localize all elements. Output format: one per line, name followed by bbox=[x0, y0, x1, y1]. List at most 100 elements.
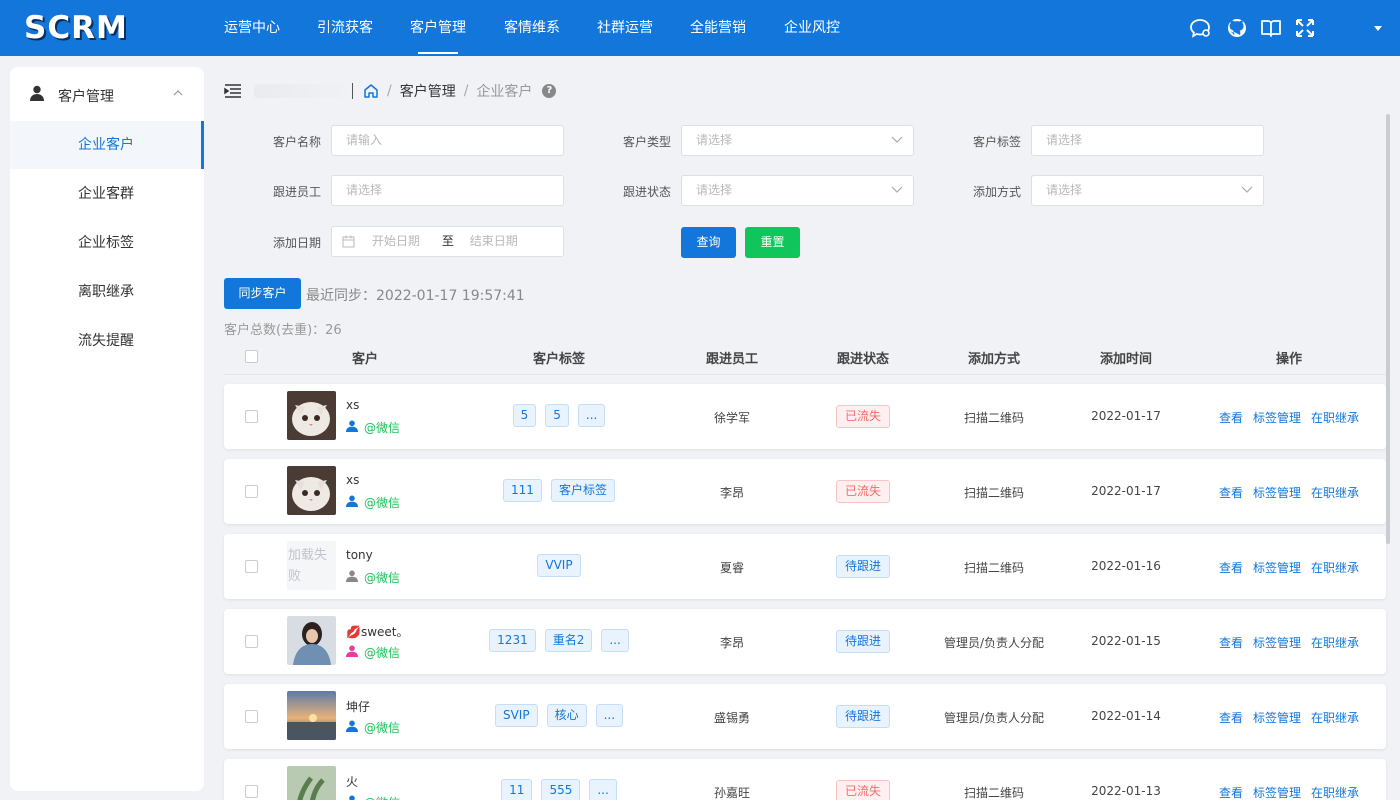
tag-manage-link[interactable]: 标签管理 bbox=[1253, 636, 1301, 650]
fullscreen-icon[interactable] bbox=[1294, 17, 1316, 39]
add-date: 2022-01-17 bbox=[1091, 409, 1161, 423]
sidebar-item-churn-alert[interactable]: 流失提醒 bbox=[10, 317, 204, 365]
customer-tag: 5 bbox=[512, 404, 537, 427]
wechat-source: @微信 bbox=[346, 419, 400, 436]
inherit-link[interactable]: 在职继承 bbox=[1311, 561, 1359, 575]
caret-down-icon[interactable] bbox=[1372, 18, 1384, 38]
select-all-checkbox[interactable] bbox=[245, 350, 258, 363]
customer-tag[interactable]: ... bbox=[577, 404, 606, 427]
avatar: 加载失败 bbox=[287, 541, 336, 590]
nav-item-risk-control[interactable]: 企业风控 bbox=[784, 0, 840, 56]
follow-status-select[interactable]: 请选择 bbox=[681, 175, 914, 206]
customer-type-placeholder: 请选择 bbox=[696, 133, 733, 147]
col-tags: 客户标签 bbox=[532, 352, 586, 367]
start-date-input[interactable]: 开始日期 bbox=[372, 234, 420, 248]
sidebar-item-enterprise-tags[interactable]: 企业标签 bbox=[10, 219, 204, 267]
view-link[interactable]: 查看 bbox=[1219, 561, 1243, 575]
user-icon bbox=[30, 85, 44, 101]
table-row: 加载失败 tony @微信 VVIP 夏睿 待跟进 扫描二维码 2022-01-16 查看 标签管… bbox=[224, 534, 1386, 599]
nav-item-relationship[interactable]: 客情维系 bbox=[504, 0, 560, 56]
nav-item-acquisition[interactable]: 引流获客 bbox=[317, 0, 373, 56]
view-link[interactable]: 查看 bbox=[1219, 636, 1243, 650]
chevron-up-icon[interactable] bbox=[172, 87, 184, 99]
follow-status-placeholder: 请选择 bbox=[696, 183, 733, 197]
customer-name-input[interactable]: 请输入 bbox=[331, 125, 564, 156]
employee-select[interactable]: 请选择 bbox=[331, 175, 564, 206]
sidebar-header[interactable]: 客户管理 bbox=[10, 67, 204, 121]
nav-item-operations[interactable]: 运营中心 bbox=[224, 0, 280, 56]
row-checkbox[interactable] bbox=[245, 410, 258, 423]
add-method-select[interactable]: 请选择 bbox=[1031, 175, 1264, 206]
sidebar-item-resignation-inherit[interactable]: 离职继承 bbox=[10, 268, 204, 316]
help-icon[interactable]: ? bbox=[542, 84, 557, 98]
inherit-link[interactable]: 在职继承 bbox=[1311, 786, 1359, 800]
inherit-link[interactable]: 在职继承 bbox=[1311, 411, 1359, 425]
github-icon[interactable] bbox=[1226, 17, 1248, 39]
table-row: 火 @微信 11 555... 孙嘉旺 已流失 扫描二维码 2022-01-13 查看标签管理在… bbox=[224, 759, 1386, 800]
view-link[interactable]: 查看 bbox=[1219, 486, 1243, 500]
customer-type-select[interactable]: 请选择 bbox=[681, 125, 914, 156]
customer-tag-select[interactable]: 请选择 bbox=[1031, 125, 1264, 156]
inherit-link[interactable]: 在职继承 bbox=[1311, 486, 1359, 500]
customer-name: xs bbox=[346, 473, 360, 487]
sync-customers-button[interactable]: 同步客户 bbox=[224, 278, 301, 309]
add-date: 2022-01-17 bbox=[1091, 484, 1161, 498]
sidebar-item-enterprise-customers[interactable]: 企业客户 bbox=[10, 121, 204, 169]
customer-tag: 重名2 bbox=[544, 629, 593, 652]
book-icon[interactable] bbox=[1260, 17, 1282, 39]
scrollbar[interactable] bbox=[1386, 114, 1390, 544]
customer-tag[interactable]: ... bbox=[589, 779, 617, 800]
view-link[interactable]: 查看 bbox=[1219, 786, 1243, 800]
chevron-down-icon bbox=[891, 186, 903, 193]
sidebar-header-label: 客户管理 bbox=[58, 89, 114, 105]
person-icon bbox=[346, 720, 364, 735]
reset-button[interactable]: 重置 bbox=[745, 227, 800, 258]
wechat-label: @微信 bbox=[364, 721, 401, 735]
row-checkbox[interactable] bbox=[245, 635, 258, 648]
home-icon[interactable] bbox=[363, 83, 379, 99]
avatar bbox=[287, 691, 336, 740]
nav-item-marketing[interactable]: 全能营销 bbox=[690, 0, 746, 56]
customer-name: tony bbox=[346, 548, 373, 562]
inherit-link[interactable]: 在职继承 bbox=[1311, 711, 1359, 725]
query-button[interactable]: 查询 bbox=[681, 227, 736, 258]
wechat-source: @微信 bbox=[346, 719, 400, 736]
tag-manage-link[interactable]: 标签管理 bbox=[1253, 711, 1301, 725]
tag-manage-link[interactable]: 标签管理 bbox=[1253, 411, 1301, 425]
row-checkbox[interactable] bbox=[245, 560, 258, 573]
customer-name: 坤仔 bbox=[346, 700, 371, 714]
add-date: 2022-01-16 bbox=[1091, 559, 1161, 573]
wechat-label: @微信 bbox=[364, 496, 401, 510]
breadcrumb-divider bbox=[352, 83, 353, 99]
nav-item-customer-management[interactable]: 客户管理 bbox=[410, 0, 466, 56]
row-checkbox[interactable] bbox=[245, 710, 258, 723]
breadcrumb-section[interactable]: 客户管理 bbox=[400, 81, 456, 101]
inherit-link[interactable]: 在职继承 bbox=[1311, 636, 1359, 650]
row-checkbox[interactable] bbox=[245, 485, 258, 498]
status-badge: 待跟进 bbox=[835, 555, 891, 578]
add-date: 2022-01-15 bbox=[1091, 634, 1161, 648]
app-logo[interactable]: SCRM bbox=[24, 10, 128, 46]
customer-tag[interactable]: ... bbox=[601, 629, 629, 652]
end-date-input[interactable]: 结束日期 bbox=[470, 234, 518, 248]
customer-tag-label: 客户标签 bbox=[973, 135, 1022, 149]
customer-tag[interactable]: ... bbox=[595, 704, 624, 727]
row-checkbox[interactable] bbox=[245, 785, 258, 798]
nav-item-community[interactable]: 社群运营 bbox=[597, 0, 653, 56]
breadcrumb-separator: / bbox=[387, 83, 392, 99]
tag-manage-link[interactable]: 标签管理 bbox=[1253, 486, 1301, 500]
tag-manage-link[interactable]: 标签管理 bbox=[1253, 561, 1301, 575]
date-range-picker[interactable]: 开始日期 至 结束日期 bbox=[331, 226, 564, 257]
avatar bbox=[287, 391, 336, 440]
add-method: 扫描二维码 bbox=[963, 486, 1025, 500]
avatar bbox=[287, 466, 336, 515]
chat-icon[interactable] bbox=[1189, 17, 1211, 39]
view-link[interactable]: 查看 bbox=[1219, 711, 1243, 725]
tag-manage-link[interactable]: 标签管理 bbox=[1253, 786, 1301, 800]
menu-fold-icon[interactable] bbox=[224, 83, 242, 99]
sidebar-item-enterprise-groups[interactable]: 企业客群 bbox=[10, 170, 204, 218]
chevron-down-icon bbox=[891, 136, 903, 143]
avatar bbox=[287, 616, 336, 665]
view-link[interactable]: 查看 bbox=[1219, 411, 1243, 425]
person-icon bbox=[346, 645, 364, 660]
